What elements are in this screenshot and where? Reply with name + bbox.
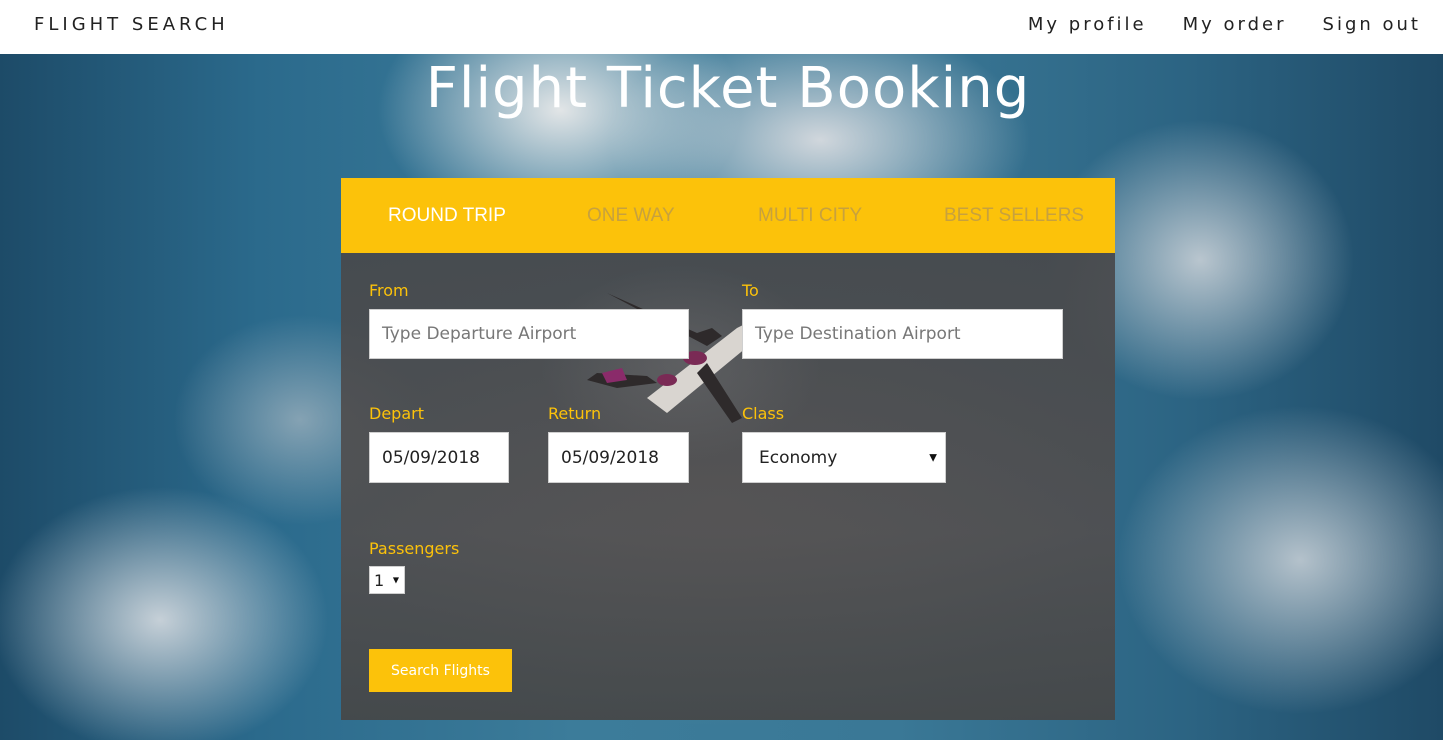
- return-label: Return: [548, 404, 602, 423]
- from-input[interactable]: Type Departure Airport: [369, 309, 689, 359]
- class-label: Class: [742, 404, 785, 423]
- tab-round-trip[interactable]: ROUND TRIP: [388, 205, 587, 227]
- tab-multi-city[interactable]: MULTI CITY: [758, 205, 944, 227]
- to-placeholder: Type Destination Airport: [755, 324, 961, 344]
- to-label: To: [742, 281, 759, 300]
- nav-link-sign-out[interactable]: Sign out: [1323, 14, 1421, 35]
- tab-best-sellers[interactable]: BEST SELLERS: [944, 205, 1084, 227]
- search-flights-button[interactable]: Search Flights: [369, 649, 512, 692]
- trip-type-tabs: ROUND TRIP ONE WAY MULTI CITY BEST SELLE…: [341, 178, 1115, 253]
- depart-date-input[interactable]: 05/09/2018: [369, 432, 509, 483]
- passengers-label: Passengers: [369, 539, 460, 558]
- booking-panel: ROUND TRIP ONE WAY MULTI CITY BEST SELLE…: [341, 178, 1115, 720]
- navbar: FLIGHT SEARCH My profile My order Sign o…: [0, 0, 1443, 54]
- class-select[interactable]: Economy ▼: [742, 432, 946, 483]
- booking-form: From Type Departure Airport To Type Dest…: [341, 253, 1115, 720]
- nav-link-my-profile[interactable]: My profile: [1028, 14, 1147, 35]
- caret-down-icon: ▼: [392, 575, 399, 585]
- passengers-value: 1: [374, 570, 385, 590]
- from-placeholder: Type Departure Airport: [382, 324, 577, 344]
- caret-down-icon: ▼: [929, 452, 937, 463]
- depart-date-value: 05/09/2018: [382, 447, 480, 468]
- class-value: Economy: [759, 447, 838, 468]
- return-date-input[interactable]: 05/09/2018: [548, 432, 689, 483]
- tab-one-way[interactable]: ONE WAY: [587, 205, 758, 227]
- return-date-value: 05/09/2018: [561, 447, 659, 468]
- nav-link-my-order[interactable]: My order: [1183, 14, 1287, 35]
- from-label: From: [369, 281, 409, 300]
- page-title: Flight Ticket Booking: [425, 56, 1031, 121]
- passengers-select[interactable]: 1 ▼: [369, 566, 405, 594]
- nav-links: My profile My order Sign out: [1028, 14, 1421, 35]
- depart-label: Depart: [369, 404, 424, 423]
- brand-logo[interactable]: FLIGHT SEARCH: [34, 14, 229, 35]
- to-input[interactable]: Type Destination Airport: [742, 309, 1063, 359]
